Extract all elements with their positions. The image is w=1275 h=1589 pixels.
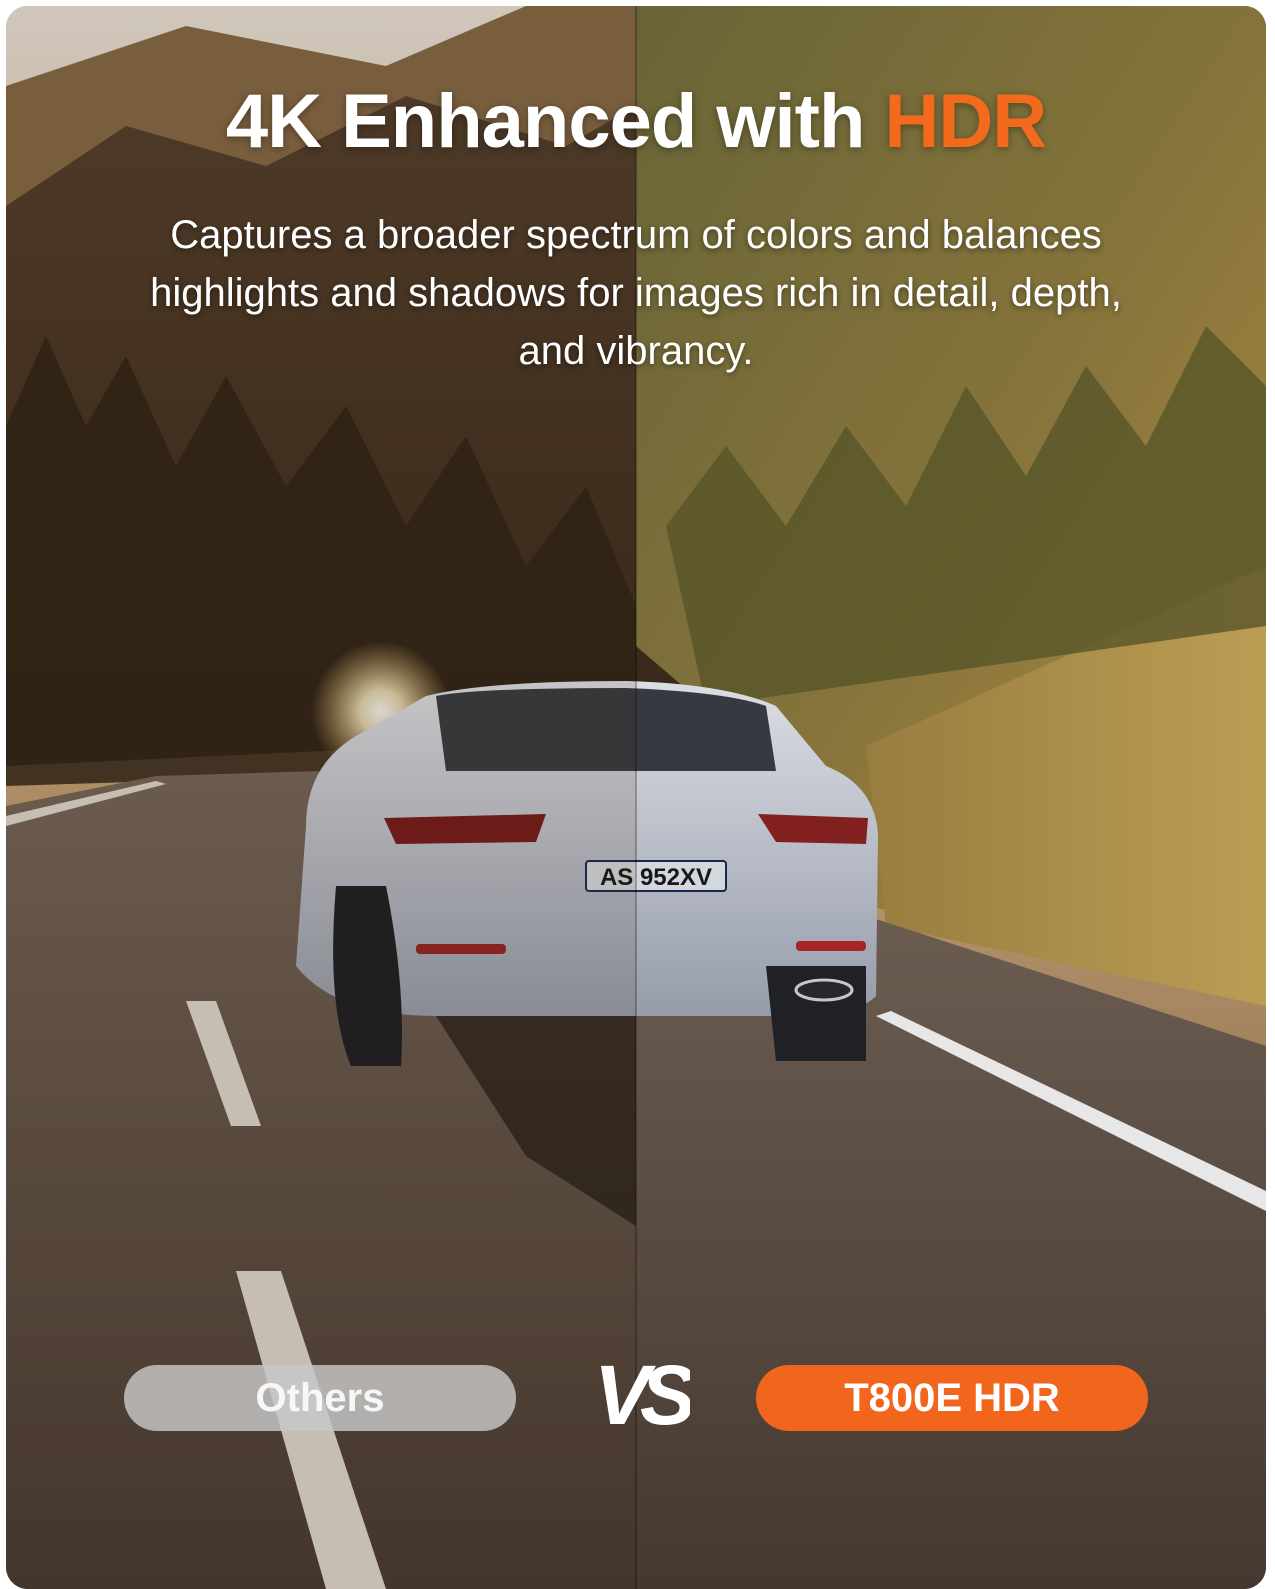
product-label: T800E HDR: [756, 1365, 1148, 1431]
others-label: Others: [124, 1365, 516, 1431]
title-main: 4K Enhanced with: [225, 79, 866, 164]
title-accent: HDR: [884, 79, 1048, 164]
page-title: 4K Enhanced with HDR: [6, 78, 1266, 165]
subtitle-text: Captures a broader spectrum of colors an…: [150, 213, 1122, 373]
vs-icon: VS: [594, 1348, 690, 1442]
hdr-comparison-banner: AS 952XV 4K Enhanced with HDR Captures a…: [6, 6, 1266, 1589]
vs-text: VS: [594, 1348, 690, 1442]
